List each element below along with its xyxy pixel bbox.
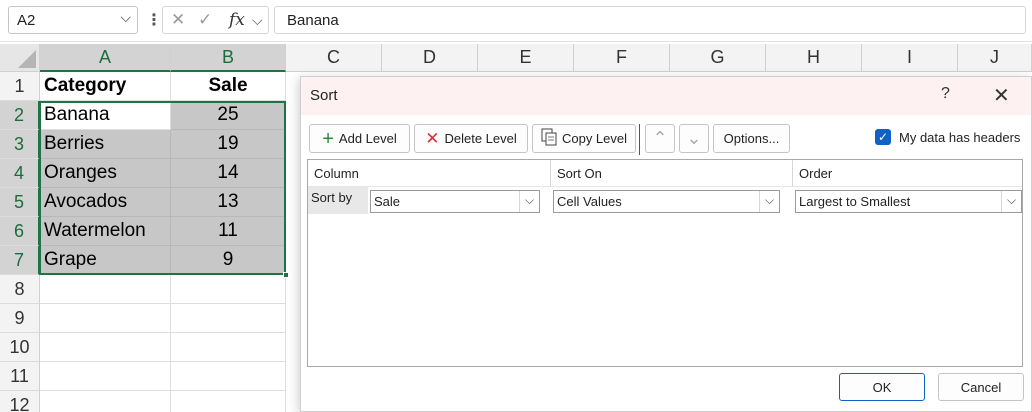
order-col-header: Order bbox=[793, 160, 1022, 187]
sort-on-value: Cell Values bbox=[557, 194, 622, 209]
sort-by-label: Sort by bbox=[308, 187, 368, 214]
delete-x-icon: ✕ bbox=[425, 129, 440, 148]
row-header[interactable]: 1 bbox=[0, 72, 40, 101]
order-select[interactable]: Largest to Smallest ⌵ bbox=[795, 190, 1022, 213]
order-value: Largest to Smallest bbox=[799, 194, 911, 209]
column-header-b[interactable]: B bbox=[171, 44, 286, 72]
enter-check-icon[interactable]: ✓ bbox=[198, 10, 212, 30]
row-header[interactable]: 9 bbox=[0, 304, 40, 333]
formula-buttons: ✕ ✓ fx ⌵ bbox=[162, 6, 269, 34]
delete-level-label: Delete Level bbox=[444, 131, 517, 146]
ok-button[interactable]: OK bbox=[839, 373, 925, 401]
excel-window: A2 ⌵ ⋮ ✕ ✓ fx ⌵ Banana A B C D E F G H I… bbox=[0, 0, 1032, 412]
fill-handle[interactable] bbox=[283, 272, 289, 278]
copy-level-label: Copy Level bbox=[561, 131, 628, 146]
chevron-down-icon: ⌵ bbox=[759, 191, 779, 212]
cell-a1[interactable]: Category bbox=[40, 72, 171, 101]
more-vertical-icon[interactable]: ⋮ bbox=[146, 10, 162, 30]
add-level-label: Add Level bbox=[338, 131, 397, 146]
formula-input[interactable]: Banana bbox=[274, 6, 1026, 34]
cell-b1[interactable]: Sale bbox=[171, 72, 286, 101]
column-col-header: Column bbox=[308, 160, 551, 187]
delete-level-button[interactable]: ✕ Delete Level bbox=[414, 124, 528, 153]
empty-cell[interactable] bbox=[40, 362, 171, 391]
row-header[interactable]: 11 bbox=[0, 362, 40, 391]
cell-a7[interactable]: Grape bbox=[40, 246, 171, 275]
copy-level-button[interactable]: Copy Level bbox=[532, 124, 636, 153]
cell-b6[interactable]: 11 bbox=[171, 217, 286, 246]
empty-cell[interactable] bbox=[171, 304, 286, 333]
options-button[interactable]: Options... bbox=[713, 124, 790, 153]
cell-a3[interactable]: Berries bbox=[40, 130, 171, 159]
row-header[interactable]: 8 bbox=[0, 275, 40, 304]
add-level-button[interactable]: + Add Level bbox=[309, 124, 410, 153]
empty-cell[interactable] bbox=[171, 333, 286, 362]
column-header-e[interactable]: E bbox=[478, 44, 574, 72]
empty-cell[interactable] bbox=[171, 275, 286, 304]
empty-cell[interactable] bbox=[171, 362, 286, 391]
row-header[interactable]: 12 bbox=[0, 391, 40, 412]
cell-b4[interactable]: 14 bbox=[171, 159, 286, 188]
chevron-down-icon: ⌄ bbox=[686, 128, 702, 148]
select-all-corner[interactable] bbox=[0, 44, 40, 72]
name-box[interactable]: A2 ⌵ bbox=[8, 6, 138, 34]
column-header-h[interactable]: H bbox=[766, 44, 862, 72]
cell-b5[interactable]: 13 bbox=[171, 188, 286, 217]
sort-on-col-header: Sort On bbox=[551, 160, 793, 187]
column-header-j[interactable]: J bbox=[958, 44, 1032, 72]
column-header-g[interactable]: G bbox=[670, 44, 766, 72]
column-header-d[interactable]: D bbox=[382, 44, 478, 72]
toolbar-divider bbox=[639, 124, 640, 155]
dialog-titlebar: Sort ? ✕ bbox=[301, 77, 1031, 115]
name-box-value: A2 bbox=[17, 12, 36, 29]
close-icon[interactable]: ✕ bbox=[993, 83, 1010, 108]
row-header[interactable]: 4 bbox=[0, 159, 40, 188]
cancel-button[interactable]: Cancel bbox=[938, 373, 1024, 401]
empty-cell[interactable] bbox=[40, 304, 171, 333]
move-down-button[interactable]: ⌄ bbox=[679, 124, 709, 153]
cell-b2[interactable]: 25 bbox=[171, 101, 286, 130]
cell-a6[interactable]: Watermelon bbox=[40, 217, 171, 246]
copy-icon bbox=[541, 128, 557, 149]
cell-a2[interactable]: Banana bbox=[40, 101, 171, 130]
move-up-button[interactable]: ⌃ bbox=[645, 124, 675, 153]
sort-on-select[interactable]: Cell Values ⌵ bbox=[553, 190, 780, 213]
formula-bar: A2 ⌵ ⋮ ✕ ✓ fx ⌵ Banana bbox=[0, 0, 1032, 42]
cancel-icon[interactable]: ✕ bbox=[171, 10, 185, 30]
cell-b3[interactable]: 19 bbox=[171, 130, 286, 159]
column-header-i[interactable]: I bbox=[862, 44, 958, 72]
empty-cell[interactable] bbox=[40, 333, 171, 362]
empty-cell[interactable] bbox=[171, 391, 286, 412]
empty-cell[interactable] bbox=[40, 391, 171, 412]
column-header-a[interactable]: A bbox=[40, 44, 171, 72]
row-header[interactable]: 2 bbox=[0, 101, 40, 130]
sort-dialog: Sort ? ✕ + Add Level ✕ Delete Level Copy… bbox=[300, 76, 1032, 412]
row-header[interactable]: 5 bbox=[0, 188, 40, 217]
sort-column-select[interactable]: Sale ⌵ bbox=[370, 190, 540, 213]
chevron-down-icon[interactable]: ⌵ bbox=[252, 12, 263, 29]
column-header-f[interactable]: F bbox=[574, 44, 670, 72]
row-header[interactable]: 6 bbox=[0, 217, 40, 246]
row-header[interactable]: 3 bbox=[0, 130, 40, 159]
chevron-down-icon[interactable]: ⌵ bbox=[120, 9, 131, 26]
options-label: Options... bbox=[723, 131, 780, 146]
plus-icon: + bbox=[322, 127, 334, 150]
chevron-down-icon: ⌵ bbox=[1001, 191, 1021, 212]
chevron-up-icon: ⌃ bbox=[652, 128, 668, 148]
chevron-down-icon: ⌵ bbox=[519, 191, 539, 212]
headers-checkbox-label: My data has headers bbox=[899, 130, 1021, 145]
empty-cell[interactable] bbox=[40, 275, 171, 304]
dialog-title: Sort bbox=[310, 87, 338, 104]
row-header[interactable]: 7 bbox=[0, 246, 40, 275]
row-header[interactable]: 10 bbox=[0, 333, 40, 362]
cell-a5[interactable]: Avocados bbox=[40, 188, 171, 217]
insert-function-icon[interactable]: fx bbox=[229, 10, 245, 30]
cell-a4[interactable]: Oranges bbox=[40, 159, 171, 188]
sort-column-value: Sale bbox=[374, 194, 401, 209]
column-header-c[interactable]: C bbox=[286, 44, 382, 72]
help-icon[interactable]: ? bbox=[941, 85, 950, 103]
headers-checkbox[interactable]: ✓ bbox=[875, 129, 891, 145]
sort-levels-table: Column Sort On Order Sort by Sale ⌵ Cell… bbox=[307, 159, 1023, 367]
cell-b7[interactable]: 9 bbox=[171, 246, 286, 275]
